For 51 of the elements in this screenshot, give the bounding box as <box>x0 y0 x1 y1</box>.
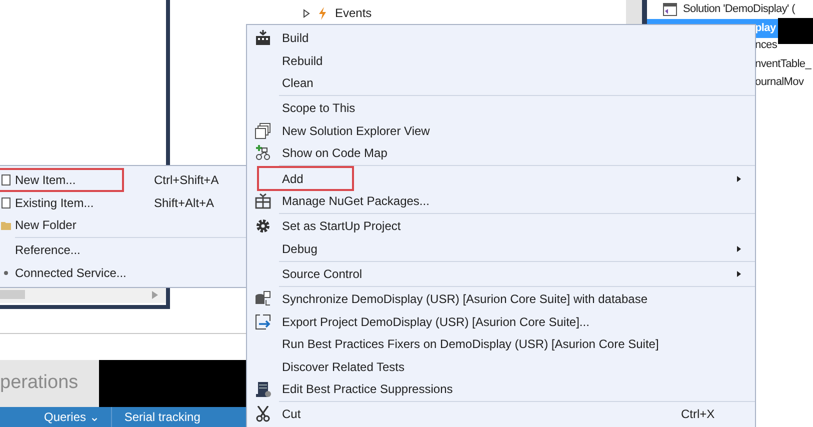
horizontal-scrollbar[interactable] <box>0 287 166 303</box>
menu-item[interactable]: Cut Ctrl+X <box>247 403 755 426</box>
submenu-arrow-icon <box>737 176 741 182</box>
tree-item-label: nces <box>755 38 778 53</box>
solution-icon <box>663 2 677 16</box>
menu-item[interactable]: Edit Best Practice Suppressions <box>247 378 755 400</box>
menu-item[interactable]: Reference... <box>0 239 246 262</box>
menu-item[interactable]: Debug <box>247 238 755 260</box>
gift-icon <box>255 192 271 209</box>
tree-item-label: nventTable_ <box>755 57 812 72</box>
menu-item[interactable]: Show on Code Map <box>247 142 755 164</box>
gear-icon <box>255 218 271 234</box>
tree-item-label[interactable]: Events <box>335 4 372 22</box>
menu-item[interactable]: Set as StartUp Project <box>247 215 755 238</box>
menu-item[interactable]: Rebuild <box>247 49 755 72</box>
menu-item[interactable]: New Folder <box>0 214 246 236</box>
tree-item-label: Solution 'DemoDisplay' ( <box>683 2 795 17</box>
building-icon <box>255 30 271 46</box>
scissors-icon <box>255 406 271 422</box>
menu-item[interactable]: Scope to This <box>247 97 755 120</box>
tree-item-label: play <box>755 21 776 36</box>
submenu-arrow-icon <box>737 271 741 278</box>
toolbar-menu[interactable]: Serial tracking <box>124 408 200 426</box>
scroll-thumb[interactable] <box>0 290 25 299</box>
menu-item[interactable]: Existing Item... Shift+Alt+A <box>0 191 246 214</box>
tree-item-label: ournalMov <box>755 75 804 90</box>
windows-icon <box>255 122 271 139</box>
diagram-icon <box>255 145 271 162</box>
export-icon <box>255 314 271 330</box>
menu-item[interactable]: Manage NuGet Packages... <box>247 190 755 212</box>
redaction-box <box>778 18 813 44</box>
scroll-right-arrow-icon <box>152 291 158 299</box>
menu-item[interactable]: Clean <box>247 72 755 94</box>
submenu-arrow-icon <box>737 246 741 252</box>
tree-row[interactable]: Solution 'DemoDisplay' ( <box>647 0 813 18</box>
scroll-icon <box>255 381 271 398</box>
toolbar-menu[interactable]: Queries ⌄ <box>44 408 100 426</box>
menu-item[interactable]: Synchronize DemoDisplay (USR) [Asurion Core Suite] with database <box>247 288 755 311</box>
menu-item[interactable]: Export Project DemoDisplay (USR) [Asurion Core Suite]... <box>247 310 755 334</box>
menu-item[interactable]: New Solution Explorer View <box>247 120 755 142</box>
menu-item[interactable]: Run Best Practices Fixers on DemoDisplay (USR) [Asurion Core Suite] <box>247 333 755 356</box>
lightning-icon <box>318 6 327 20</box>
document-icon <box>1 174 11 186</box>
menu-item[interactable]: Discover Related Tests <box>247 355 755 378</box>
menu-item[interactable]: Source Control <box>247 262 755 286</box>
menu-item[interactable]: Connected Service... <box>0 262 246 284</box>
menu-item[interactable]: New Item... Ctrl+Shift+A <box>0 169 246 192</box>
menu-item[interactable]: Add <box>247 167 755 190</box>
menu-item[interactable]: Build <box>247 27 755 50</box>
document-icon <box>1 196 11 209</box>
database-icon <box>255 291 271 308</box>
